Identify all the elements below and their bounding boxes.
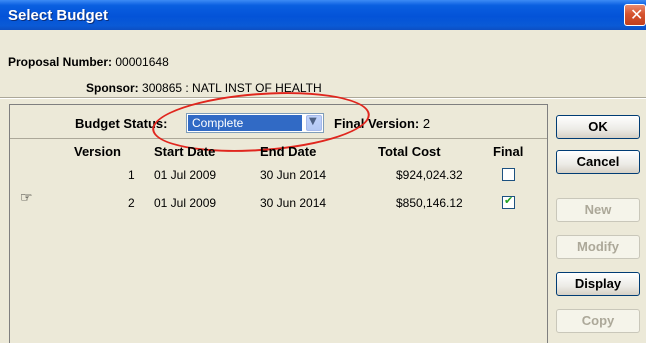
modify-button[interactable]: Modify — [556, 235, 640, 259]
cell-version: 2 — [128, 196, 135, 210]
cell-total-cost: $850,146.12 — [396, 196, 463, 210]
ok-button[interactable]: OK — [556, 115, 640, 139]
sponsor-label: Sponsor: — [86, 81, 139, 95]
column-header-end-date[interactable]: End Date — [260, 144, 316, 159]
column-header-version[interactable]: Version — [74, 144, 121, 159]
column-header-total-cost[interactable]: Total Cost — [378, 144, 441, 159]
close-button[interactable]: ✕ — [624, 4, 646, 26]
select-budget-window: Select Budget ✕ Proposal Number: 0000164… — [0, 0, 646, 343]
close-icon: ✕ — [630, 5, 644, 24]
cell-start-date: 01 Jul 2009 — [154, 168, 217, 182]
proposal-number: Proposal Number: 00001648 — [8, 55, 169, 69]
final-checkbox[interactable] — [502, 168, 515, 181]
cell-end-date: 30 Jun 2014 — [260, 168, 327, 182]
cell-start-date: 01 Jul 2009 — [154, 196, 217, 210]
final-version-value: 2 — [422, 116, 431, 131]
cell-total-cost: $924,024.32 — [396, 168, 463, 182]
checkmark-icon: ✔ — [504, 194, 514, 207]
display-button[interactable]: Display — [556, 272, 640, 296]
column-header-start-date[interactable]: Start Date — [154, 144, 215, 159]
cell-version: 1 — [128, 168, 135, 182]
cell-end-date: 30 Jun 2014 — [260, 196, 327, 210]
proposal-number-label: Proposal Number: — [8, 55, 113, 69]
window-title: Select Budget — [8, 7, 109, 24]
new-button[interactable]: New — [556, 198, 640, 222]
cancel-button[interactable]: Cancel — [556, 150, 640, 174]
final-checkbox[interactable]: ✔ — [502, 194, 515, 209]
proposal-number-value: 00001648 — [115, 55, 169, 69]
column-header-final[interactable]: Final — [493, 144, 523, 159]
proposal-info: Proposal Number: 00001648 Sponsor: 30086… — [0, 30, 646, 97]
copy-button[interactable]: Copy — [556, 309, 640, 333]
title-bar[interactable]: Select Budget ✕ — [0, 0, 646, 30]
row-pointer-icon: ☞ — [20, 190, 33, 206]
